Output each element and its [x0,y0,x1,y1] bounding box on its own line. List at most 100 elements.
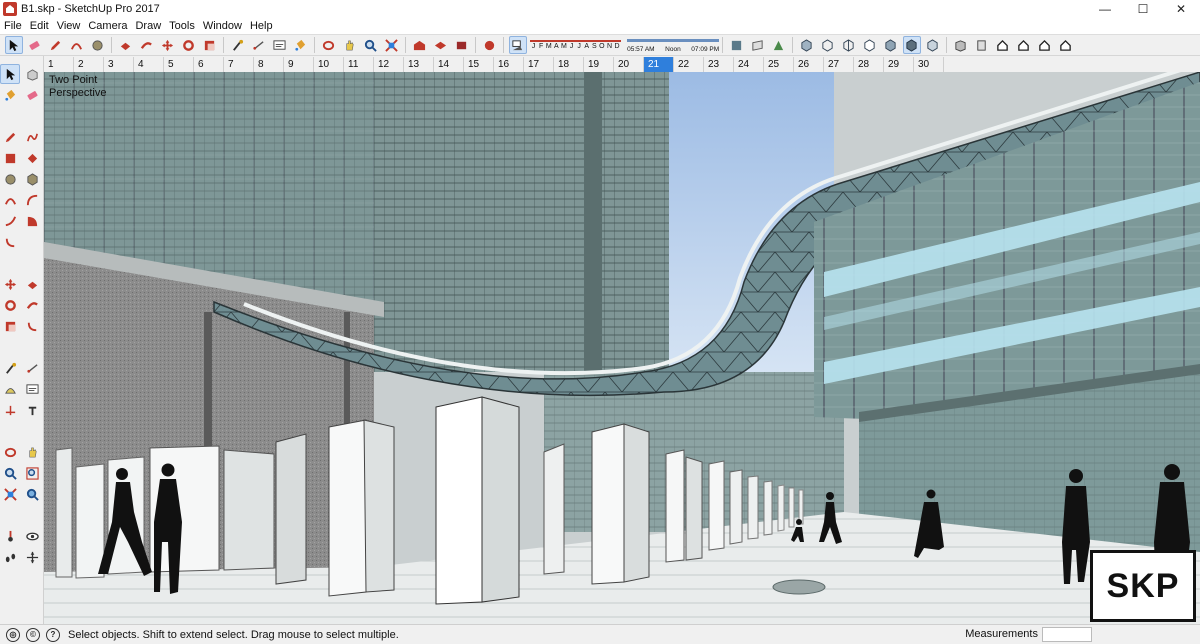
offset-secondary-button[interactable] [22,316,42,336]
pan-tool-button[interactable] [22,442,42,462]
scene-tab[interactable]: 12 [374,56,404,72]
eraser-tool-button[interactable] [26,36,44,54]
view-front-button[interactable] [994,36,1012,54]
zoom-extents-button[interactable] [383,36,401,54]
scene-tab[interactable]: 17 [524,56,554,72]
select-tool-button[interactable] [0,64,20,84]
scene-tab[interactable]: 25 [764,56,794,72]
polygon-tool-button[interactable] [22,169,42,189]
zoom-tool-button[interactable] [362,36,380,54]
view-right-button[interactable] [1015,36,1033,54]
paint-bucket-button[interactable] [292,36,310,54]
move-tool-button[interactable] [159,36,177,54]
3d-text-tool-button[interactable] [22,400,42,420]
pie-tool-button[interactable] [22,211,42,231]
two-point-arc-button[interactable] [22,190,42,210]
position-camera-button[interactable] [0,526,20,546]
scene-tab[interactable]: 27 [824,56,854,72]
follow-me-tool-button[interactable] [22,295,42,315]
shadows-toggle-button[interactable] [508,36,527,54]
zoom-window-button[interactable] [22,463,42,483]
move-tool-button[interactable] [0,274,20,294]
style-wireframe-button[interactable] [840,36,858,54]
scene-tab[interactable]: 29 [884,56,914,72]
style-hidden-line-button[interactable] [861,36,879,54]
dimension-tool-button[interactable] [250,36,268,54]
display-section-button[interactable] [749,36,767,54]
sketchup-app-icon[interactable] [3,2,17,16]
warehouse-button[interactable] [411,36,429,54]
tape-measure-button[interactable] [229,36,247,54]
zoom-tool-button[interactable] [0,463,20,483]
section-plane-button[interactable] [22,547,42,567]
style-textured-button[interactable] [902,36,921,54]
zoom-extents-button[interactable] [0,484,20,504]
geolocation-icon[interactable]: ◎ [6,627,20,642]
time-track[interactable] [627,39,720,42]
scene-tab[interactable]: 8 [254,56,284,72]
text-tool-button[interactable] [271,36,289,54]
scale-tool-button[interactable] [0,316,20,336]
scene-tab[interactable]: 22 [674,56,704,72]
scene-tab[interactable]: 16 [494,56,524,72]
scene-tab[interactable]: 2 [74,56,104,72]
shadow-month-slider[interactable]: J F M A M J J A S O N D [530,37,622,53]
previous-view-button[interactable] [22,484,42,504]
scene-tab[interactable]: 4 [134,56,164,72]
section-plane-button[interactable] [728,36,746,54]
arc-tool-button[interactable] [68,36,86,54]
view-left-button[interactable] [1057,36,1075,54]
shadow-time-slider[interactable]: 05:57 AM Noon 07:09 PM [627,37,720,53]
scene-tab[interactable]: 26 [794,56,824,72]
style-xray-button[interactable] [798,36,816,54]
rotate-tool-button[interactable] [180,36,198,54]
scene-tab[interactable]: 14 [434,56,464,72]
scene-tab[interactable]: 10 [314,56,344,72]
scene-tab[interactable]: 21 [644,56,674,72]
eraser-tool-button[interactable] [22,85,42,105]
style-shaded-button[interactable] [882,36,900,54]
scene-tab[interactable]: 7 [224,56,254,72]
scale-tool-button[interactable] [201,36,219,54]
arc-tool-button[interactable] [0,190,20,210]
style-backedges-button[interactable] [819,36,837,54]
follow-me-tool-button[interactable] [138,36,156,54]
instructor-icon[interactable]: ? [46,627,60,642]
walk-tool-button[interactable] [0,547,20,567]
3d-viewport[interactable]: Two Point Perspective SKP [44,72,1200,624]
scene-tab[interactable]: 6 [194,56,224,72]
pushpull-tool-button[interactable] [117,36,135,54]
scene-tab[interactable]: 9 [284,56,314,72]
menu-draw[interactable]: Draw [131,20,165,32]
shapes-tool-button[interactable] [89,36,107,54]
menu-view[interactable]: View [53,20,85,32]
line-tool-button[interactable] [0,127,20,147]
scene-tab[interactable]: 28 [854,56,884,72]
view-back-button[interactable] [1036,36,1054,54]
share-model-button[interactable] [432,36,450,54]
pan-tool-button[interactable] [341,36,359,54]
maximize-button[interactable]: ☐ [1124,0,1162,18]
menu-file[interactable]: File [0,20,26,32]
close-button[interactable]: ✕ [1162,0,1200,18]
select-tool-button[interactable] [4,36,23,54]
scene-tab[interactable]: 1 [44,56,74,72]
month-track[interactable]: J F M A M J J A S O N D [530,39,622,51]
extension-warehouse-button[interactable] [481,36,499,54]
tape-measure-button[interactable] [0,358,20,378]
rectangle-tool-button[interactable] [0,148,20,168]
make-component-button[interactable] [22,64,42,84]
dimension-tool-button[interactable] [22,358,42,378]
credits-icon[interactable]: © [26,627,40,642]
scene-tab[interactable]: 11 [344,56,374,72]
look-around-button[interactable] [22,526,42,546]
rotate-tool-button[interactable] [0,295,20,315]
scene-tab[interactable]: 15 [464,56,494,72]
view-iso-button[interactable] [952,36,970,54]
pushpull-tool-button[interactable] [22,274,42,294]
scene-tab[interactable]: 24 [734,56,764,72]
text-tool-button[interactable] [22,379,42,399]
menu-edit[interactable]: Edit [26,20,53,32]
menu-camera[interactable]: Camera [84,20,131,32]
scene-tab[interactable]: 13 [404,56,434,72]
